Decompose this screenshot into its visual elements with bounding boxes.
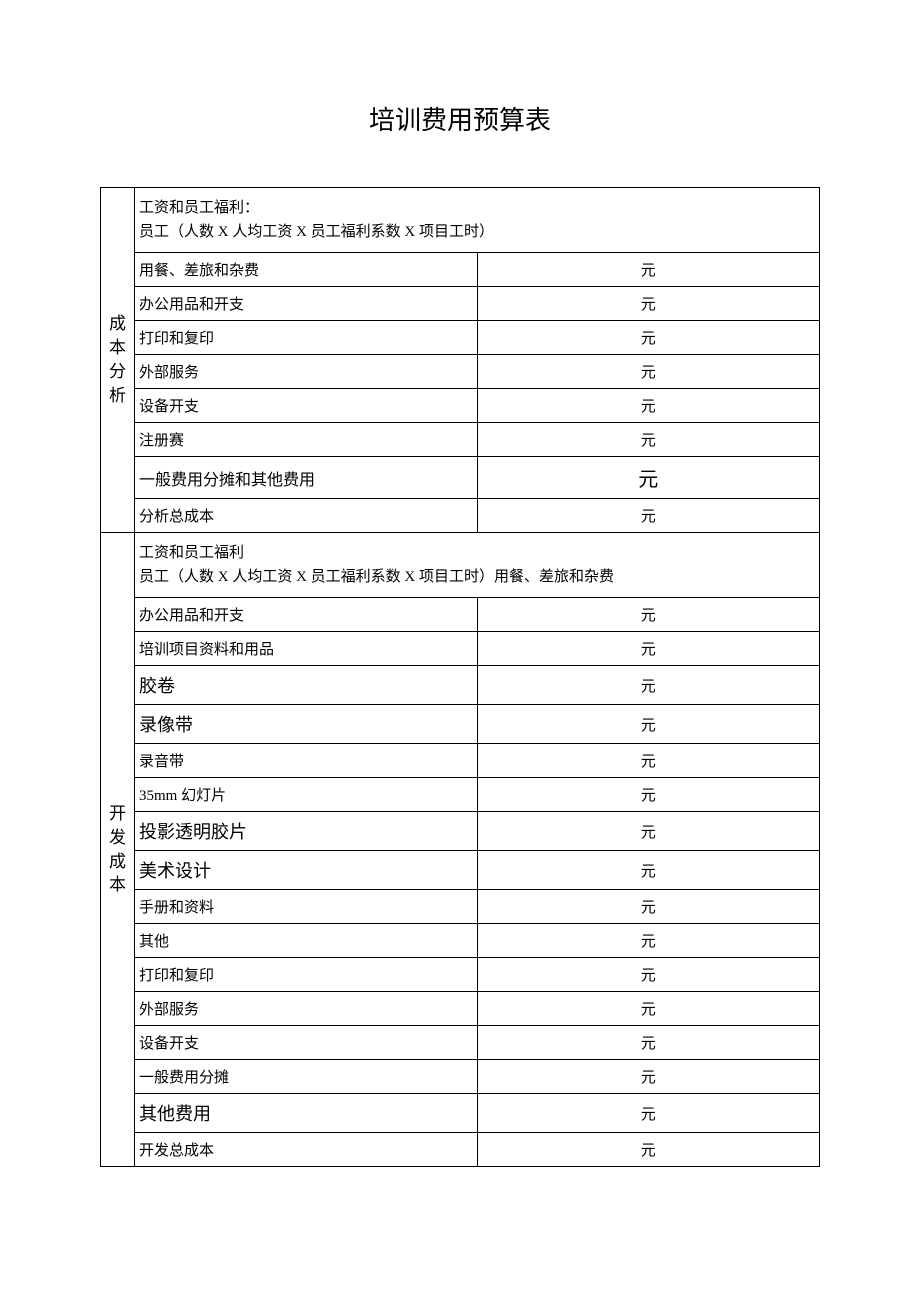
table-row: 用餐、差旅和杂费 元 bbox=[101, 253, 820, 287]
unit-cell: 元 bbox=[477, 958, 820, 992]
unit-cell: 元 bbox=[477, 744, 820, 778]
unit-cell: 元 bbox=[477, 924, 820, 958]
item-label: 美术设计 bbox=[135, 851, 478, 890]
item-label: 一般费用分摊 bbox=[135, 1060, 478, 1094]
unit-cell: 元 bbox=[477, 355, 820, 389]
table-row: 投影透明胶片 元 bbox=[101, 812, 820, 851]
unit-cell: 元 bbox=[477, 851, 820, 890]
unit-cell: 元 bbox=[477, 253, 820, 287]
item-label: 培训项目资料和用品 bbox=[135, 632, 478, 666]
item-label: 手册和资料 bbox=[135, 890, 478, 924]
unit-cell: 元 bbox=[477, 457, 820, 499]
item-label: 设备开支 bbox=[135, 1026, 478, 1060]
table-row: 手册和资料 元 bbox=[101, 890, 820, 924]
unit-cell: 元 bbox=[477, 632, 820, 666]
item-label: 录音带 bbox=[135, 744, 478, 778]
unit-cell: 元 bbox=[477, 812, 820, 851]
item-label: 胶卷 bbox=[135, 666, 478, 705]
unit-cell: 元 bbox=[477, 423, 820, 457]
table-row: 分析总成本 元 bbox=[101, 499, 820, 533]
item-label: 注册赛 bbox=[135, 423, 478, 457]
table-row: 外部服务 元 bbox=[101, 355, 820, 389]
item-label: 外部服务 bbox=[135, 992, 478, 1026]
item-label: 35mm 幻灯片 bbox=[135, 778, 478, 812]
table-row: 办公用品和开支 元 bbox=[101, 287, 820, 321]
item-label: 打印和复印 bbox=[135, 958, 478, 992]
unit-cell: 元 bbox=[477, 389, 820, 423]
item-label: 设备开支 bbox=[135, 389, 478, 423]
table-row: 一般费用分摊和其他费用 元 bbox=[101, 457, 820, 499]
item-label: 一般费用分摊和其他费用 bbox=[135, 457, 478, 499]
unit-cell: 元 bbox=[477, 1060, 820, 1094]
table-row: 设备开支 元 bbox=[101, 389, 820, 423]
item-label: 办公用品和开支 bbox=[135, 287, 478, 321]
table-row: 开发成本 工资和员工福利 员工（人数 X 人均工资 X 员工福利系数 X 项目工… bbox=[101, 533, 820, 598]
table-row: 胶卷 元 bbox=[101, 666, 820, 705]
table-row: 其他 元 bbox=[101, 924, 820, 958]
table-row: 打印和复印 元 bbox=[101, 321, 820, 355]
item-label: 办公用品和开支 bbox=[135, 598, 478, 632]
unit-cell: 元 bbox=[477, 666, 820, 705]
unit-cell: 元 bbox=[477, 1026, 820, 1060]
table-row: 培训项目资料和用品 元 bbox=[101, 632, 820, 666]
table-row: 办公用品和开支 元 bbox=[101, 598, 820, 632]
item-label: 用餐、差旅和杂费 bbox=[135, 253, 478, 287]
section-label-cost-analysis: 成本分析 bbox=[101, 188, 135, 533]
item-label: 分析总成本 bbox=[135, 499, 478, 533]
table-row: 成本分析 工资和员工福利： 员工（人数 X 人均工资 X 员工福利系数 X 项目… bbox=[101, 188, 820, 253]
table-row: 打印和复印 元 bbox=[101, 958, 820, 992]
table-row: 开发总成本 元 bbox=[101, 1133, 820, 1167]
document-title: 培训费用预算表 bbox=[100, 100, 820, 137]
item-label: 其他费用 bbox=[135, 1094, 478, 1133]
unit-cell: 元 bbox=[477, 890, 820, 924]
table-row: 外部服务 元 bbox=[101, 992, 820, 1026]
unit-cell: 元 bbox=[477, 321, 820, 355]
table-row: 注册赛 元 bbox=[101, 423, 820, 457]
unit-cell: 元 bbox=[477, 778, 820, 812]
unit-cell: 元 bbox=[477, 1094, 820, 1133]
section-header: 工资和员工福利 员工（人数 X 人均工资 X 员工福利系数 X 项目工时）用餐、… bbox=[135, 533, 820, 598]
section-header: 工资和员工福利： 员工（人数 X 人均工资 X 员工福利系数 X 项目工时） bbox=[135, 188, 820, 253]
item-label: 录像带 bbox=[135, 705, 478, 744]
unit-cell: 元 bbox=[477, 598, 820, 632]
header-line: 工资和员工福利 bbox=[139, 541, 815, 565]
unit-cell: 元 bbox=[477, 992, 820, 1026]
header-line: 员工（人数 X 人均工资 X 员工福利系数 X 项目工时） bbox=[139, 220, 815, 244]
table-row: 其他费用 元 bbox=[101, 1094, 820, 1133]
item-label: 打印和复印 bbox=[135, 321, 478, 355]
section-label-dev-cost: 开发成本 bbox=[101, 533, 135, 1167]
budget-table: 成本分析 工资和员工福利： 员工（人数 X 人均工资 X 员工福利系数 X 项目… bbox=[100, 187, 820, 1167]
header-line: 工资和员工福利： bbox=[139, 196, 815, 220]
item-label: 开发总成本 bbox=[135, 1133, 478, 1167]
item-label: 外部服务 bbox=[135, 355, 478, 389]
table-row: 35mm 幻灯片 元 bbox=[101, 778, 820, 812]
header-line: 员工（人数 X 人均工资 X 员工福利系数 X 项目工时）用餐、差旅和杂费 bbox=[139, 565, 815, 589]
item-label: 其他 bbox=[135, 924, 478, 958]
unit-cell: 元 bbox=[477, 287, 820, 321]
unit-cell: 元 bbox=[477, 499, 820, 533]
table-row: 设备开支 元 bbox=[101, 1026, 820, 1060]
table-row: 美术设计 元 bbox=[101, 851, 820, 890]
table-row: 一般费用分摊 元 bbox=[101, 1060, 820, 1094]
table-row: 录像带 元 bbox=[101, 705, 820, 744]
unit-cell: 元 bbox=[477, 705, 820, 744]
table-row: 录音带 元 bbox=[101, 744, 820, 778]
unit-cell: 元 bbox=[477, 1133, 820, 1167]
item-label: 投影透明胶片 bbox=[135, 812, 478, 851]
